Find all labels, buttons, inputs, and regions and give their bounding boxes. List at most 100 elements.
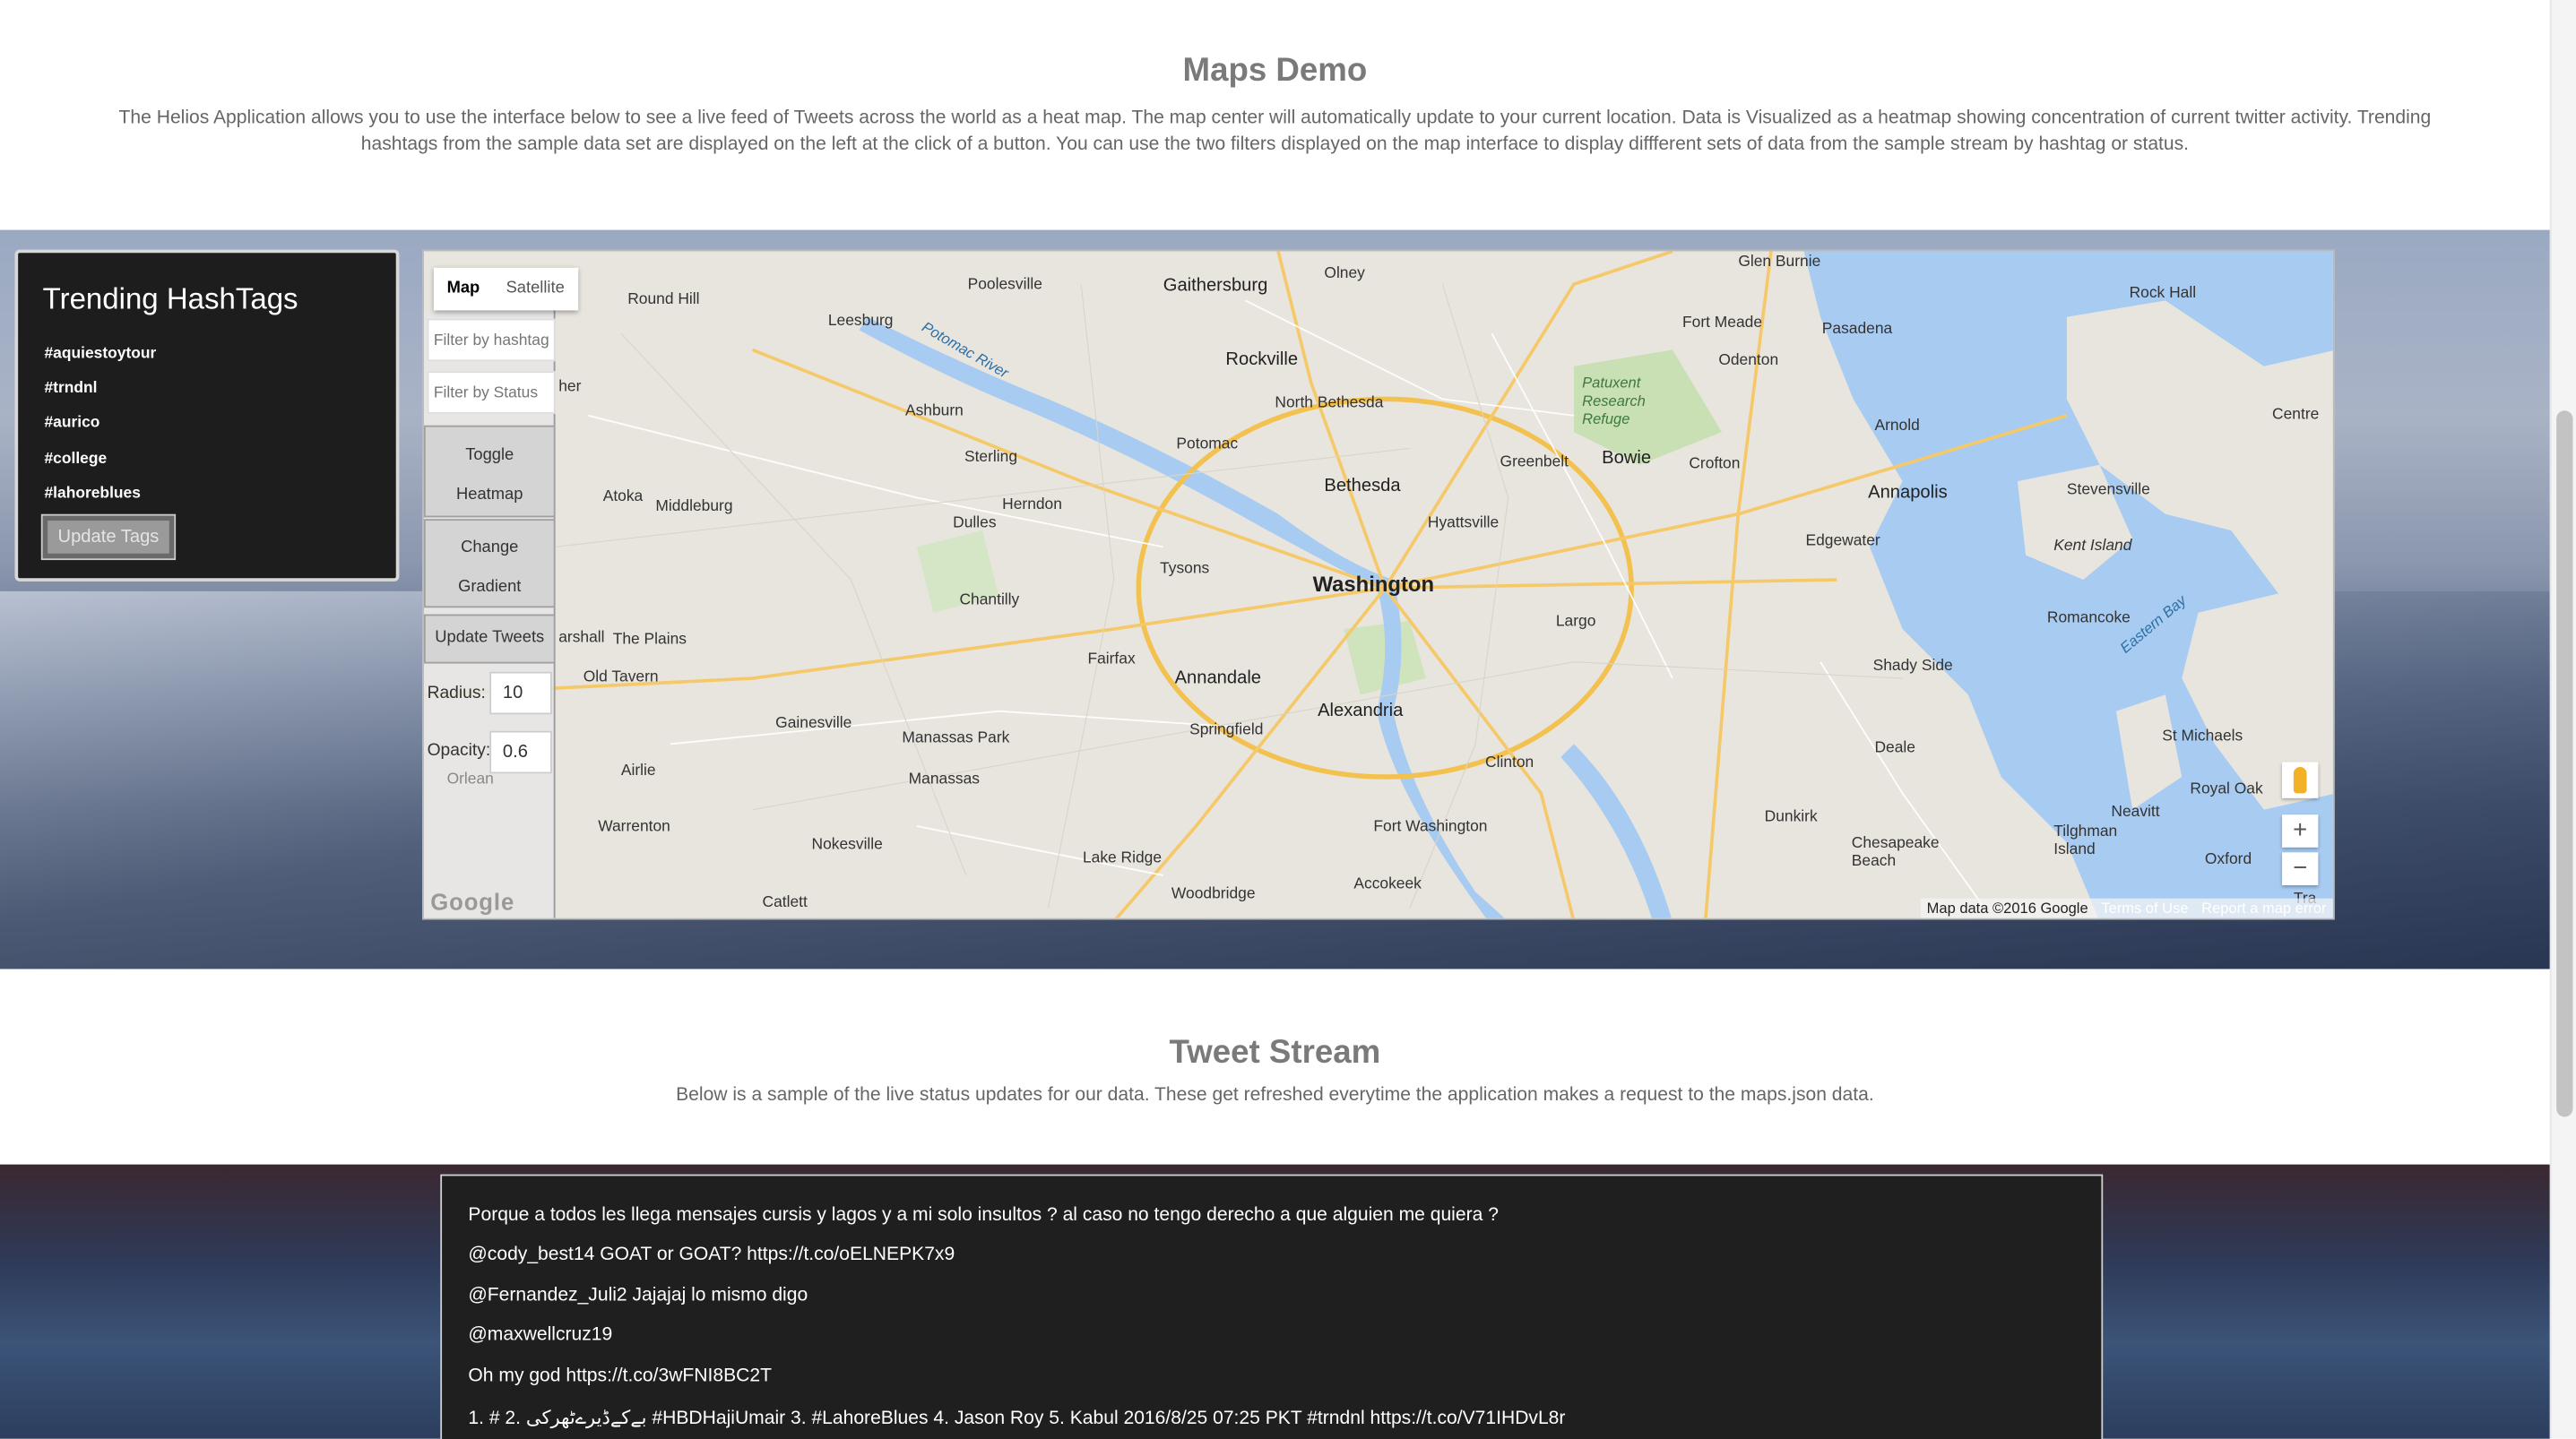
tweet-item: Porque a todos les llega mensajes cursis… <box>468 1205 1499 1226</box>
map-attribution: Map data ©2016 Google Terms of Use Report … <box>1920 898 2333 918</box>
update-tags-button[interactable]: Update Tags <box>42 515 175 559</box>
map-label: Glen Burnie <box>1738 253 1821 271</box>
map-label: Fort Washington <box>1373 817 1488 836</box>
map-label: Annandale <box>1174 668 1262 689</box>
filter-status-input[interactable] <box>427 371 556 414</box>
map-label: Accokeek <box>1353 875 1422 894</box>
map-type-map-button[interactable]: Map <box>434 268 493 311</box>
google-logo: Google <box>430 888 515 915</box>
tweet-stream-section: Tweet Stream Below is a sample of the li… <box>0 969 2550 1167</box>
tweet-item: @maxwellcruz19 <box>468 1325 613 1346</box>
map-label: Herndon <box>1002 495 1062 514</box>
zoom-in-button[interactable]: + <box>2282 814 2319 848</box>
map-label: Romancoke <box>2046 609 2131 628</box>
map-label: Patuxent Research Refuge <box>1582 374 1646 427</box>
hashtag-item[interactable]: #trndnl <box>44 379 97 397</box>
map-label: Ashburn <box>904 402 964 421</box>
tweet-item: @Fernandez_Juli2 Jajajaj lo mismo digo <box>468 1286 808 1306</box>
map-label: Dulles <box>953 513 997 532</box>
map-label: Odenton <box>1718 351 1779 370</box>
map-label: Fairfax <box>1087 650 1136 669</box>
map-label: North Bethesda <box>1275 393 1384 413</box>
hashtag-item[interactable]: #college <box>44 450 107 468</box>
map-label: Poolesville <box>967 275 1042 295</box>
page-scrollbar[interactable] <box>2549 0 2576 1439</box>
map-label: Deale <box>1874 738 1915 758</box>
map-label: Clinton <box>1485 754 1534 772</box>
map-label: Olney <box>1324 264 1365 283</box>
map-label: Oxford <box>2204 850 2252 869</box>
map-label: Fort Meade <box>1681 314 1763 332</box>
map-label: Woodbridge <box>1171 884 1256 904</box>
trending-hashtags-panel: Trending HashTags #aquiestoytour #trndnl… <box>14 249 400 582</box>
map-label: Dunkirk <box>1764 807 1818 826</box>
update-tweets-button[interactable]: Update Tweets <box>423 614 556 664</box>
map-label: Lake Ridge <box>1082 849 1163 867</box>
map-label: Pasadena <box>1821 320 1893 339</box>
map-label: Airlie <box>620 762 656 780</box>
map-label: arshall <box>558 629 605 648</box>
map-label: Nokesville <box>811 835 883 855</box>
map-label: Centre <box>2272 405 2320 424</box>
map-label: Hyattsville <box>1427 513 1500 532</box>
map-label: Warrenton <box>598 817 670 836</box>
tweet-stream-title: Tweet Stream <box>1169 1034 1381 1072</box>
map-type-control: Map Satellite <box>433 267 578 311</box>
map-label: her <box>558 377 582 396</box>
map-label: Greenbelt <box>1500 452 1569 472</box>
map-type-satellite-button[interactable]: Satellite <box>493 268 578 311</box>
map-label: St Michaels <box>2162 728 2243 746</box>
map-label: Edgewater <box>1805 531 1880 551</box>
map-label: Largo <box>1555 612 1596 631</box>
street-view-pegman-icon[interactable] <box>2282 762 2319 798</box>
map-label: Rock Hall <box>2129 284 2197 303</box>
page-title: Maps Demo <box>1182 52 1368 89</box>
map-label: Leesburg <box>827 312 894 331</box>
tweet-list: Porque a todos les llega mensajes cursis… <box>440 1174 2104 1439</box>
map-label: Tysons <box>1160 560 1210 579</box>
terms-link[interactable]: Terms of Use <box>2101 900 2188 916</box>
page-description: The Helios Application allows you to use… <box>118 108 2432 155</box>
radius-input[interactable]: 10 <box>489 671 552 715</box>
map-label: The Plains <box>612 630 687 650</box>
map-label: Tilghman Island <box>2053 823 2118 859</box>
zoom-out-button[interactable]: − <box>2282 852 2319 885</box>
map-label: Orlean <box>446 770 494 788</box>
map-controls-panel: ToggleHeatmap ChangeGradient Update Twee… <box>423 310 556 918</box>
hashtag-item[interactable]: #aurico <box>44 414 99 432</box>
change-gradient-button[interactable]: Change Gradient <box>423 519 556 608</box>
map-label: Bethesda <box>1324 476 1401 496</box>
map-label: Alexandria <box>1318 701 1404 721</box>
map-label: Old Tavern <box>583 668 659 687</box>
map-label: Arnold <box>1874 417 1920 435</box>
toggle-heatmap-button[interactable]: Toggle Heatmap <box>423 425 556 518</box>
map-label: Potomac <box>1176 435 1239 453</box>
hashtag-item[interactable]: #lahoreblues <box>44 485 140 503</box>
map-label: Washington <box>1312 571 1435 597</box>
map-view[interactable]: Washington Bethesda Alexandria Annapolis… <box>422 249 2335 920</box>
map-label: Rockville <box>1225 349 1299 370</box>
report-error-link[interactable]: Report a map error <box>2201 900 2326 916</box>
map-label: Catlett <box>762 893 808 912</box>
radius-label: Radius: <box>427 683 486 703</box>
scrollbar-thumb[interactable] <box>2556 410 2573 1117</box>
trending-title: Trending HashTags <box>42 282 298 315</box>
opacity-label: Opacity: <box>427 740 491 761</box>
map-label: Bowie <box>1602 448 1652 469</box>
map-label: Shady Side <box>1872 657 1953 676</box>
map-label: Crofton <box>1689 454 1741 473</box>
map-label: Kent Island <box>2053 537 2132 556</box>
hashtag-item[interactable]: #aquiestoytour <box>44 345 156 363</box>
opacity-input[interactable]: 0.6 <box>489 730 552 774</box>
map-label: Middleburg <box>655 497 733 516</box>
filter-hashtag-input[interactable] <box>427 318 556 362</box>
map-label: Springfield <box>1189 720 1264 739</box>
map-label: Sterling <box>964 448 1018 467</box>
map-label: Stevensville <box>2066 481 2150 500</box>
intro-section: Maps Demo The Helios Application allows … <box>0 0 2550 230</box>
tweet-item: @cody_best14 GOAT or GOAT? https://t.co/… <box>468 1245 955 1265</box>
map-label: Round Hill <box>627 290 700 309</box>
map-label: Royal Oak <box>2190 780 2263 798</box>
tweet-item: Oh my god https://t.co/3wFNI8BC2T <box>468 1366 772 1387</box>
map-label: Chantilly <box>959 590 1020 610</box>
